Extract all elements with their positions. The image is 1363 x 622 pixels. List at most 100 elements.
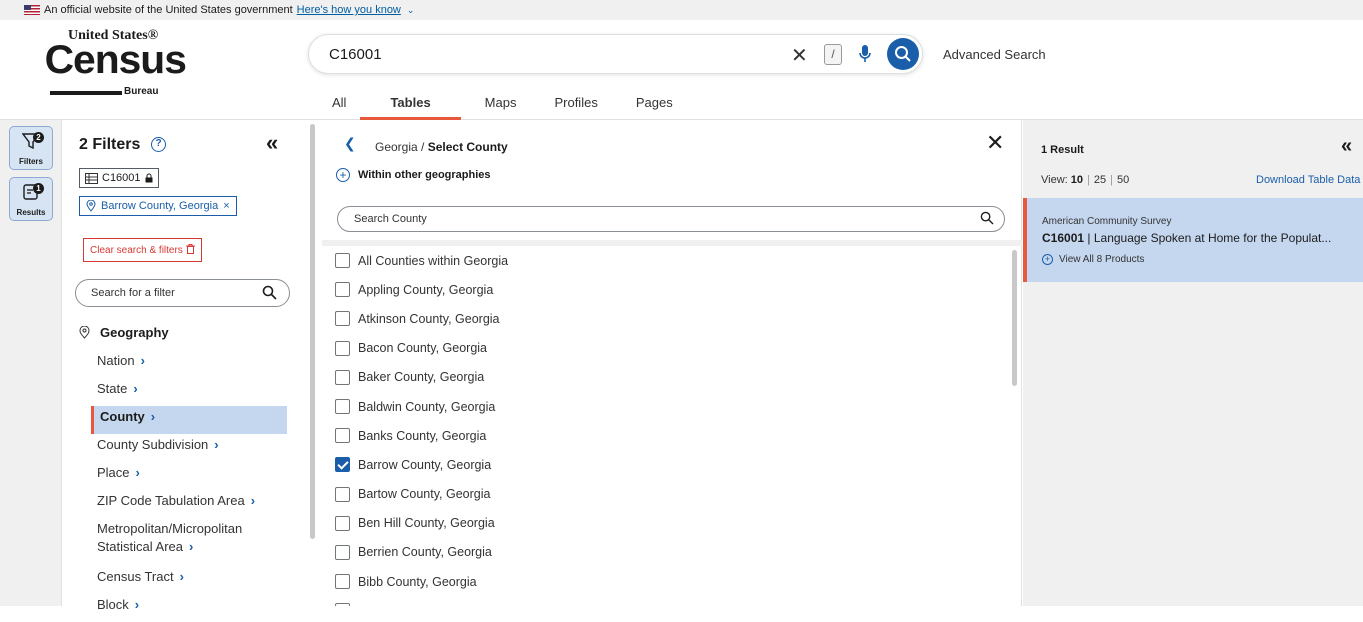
- checkbox-checked[interactable]: [335, 457, 350, 473]
- geography-filter-chip[interactable]: Barrow County, Georgia ×: [79, 196, 237, 216]
- remove-chip-icon[interactable]: ×: [223, 200, 229, 212]
- plus-circle-icon: +: [336, 168, 350, 182]
- microphone-icon[interactable]: [858, 44, 872, 69]
- filter-search-input[interactable]: Search for a filter: [75, 279, 290, 307]
- chevron-right-icon: ›: [133, 381, 138, 396]
- result-tabs: All Tables Maps Profiles Pages: [318, 94, 687, 120]
- filters-rail-button[interactable]: 2 Filters: [9, 126, 53, 170]
- breadcrumb-current: Select County: [427, 140, 508, 154]
- view-option-50[interactable]: 50: [1117, 174, 1129, 186]
- clear-button-label: Clear search & filters: [90, 245, 183, 256]
- help-icon[interactable]: ?: [151, 137, 166, 152]
- county-label: Appling County, Georgia: [358, 282, 494, 297]
- county-list-item[interactable]: Baker County, Georgia: [322, 363, 1012, 392]
- county-list-scrollbar[interactable]: [1012, 250, 1017, 386]
- geography-heading-label: Geography: [100, 325, 169, 340]
- view-option-25[interactable]: 25: [1094, 174, 1106, 186]
- geography-heading[interactable]: Geography: [79, 325, 169, 340]
- geo-item-zcta[interactable]: ZIP Code Tabulation Area ›: [93, 490, 287, 518]
- geography-list: Nation › State › County › County Subdivisio…: [91, 350, 287, 622]
- tab-pages[interactable]: Pages: [622, 94, 687, 120]
- close-icon[interactable]: ✕: [986, 130, 1004, 156]
- geo-item-county[interactable]: County ›: [91, 406, 287, 434]
- filters-rail-label: Filters: [18, 157, 43, 166]
- geo-item-block[interactable]: Block ›: [93, 594, 287, 622]
- within-other-geographies-button[interactable]: + Within other geographies: [336, 168, 491, 182]
- county-list-item[interactable]: Atkinson County, Georgia: [322, 304, 1012, 333]
- heres-how-you-know-link[interactable]: Here's how you know: [297, 4, 401, 16]
- geo-item-metro-micro[interactable]: Metropolitan/Micropolitan Statistical Ar…: [93, 518, 287, 566]
- search-input[interactable]: C16001 ✕ /: [308, 34, 923, 74]
- result-table-id: C16001: [1042, 231, 1085, 245]
- checkbox[interactable]: [335, 340, 350, 356]
- county-list-item[interactable]: [322, 596, 1012, 606]
- checkbox[interactable]: [335, 399, 350, 415]
- result-separator: |: [1084, 231, 1094, 245]
- search-icon[interactable]: [262, 285, 277, 303]
- search-icon[interactable]: [980, 211, 994, 228]
- checkbox[interactable]: [335, 574, 350, 590]
- view-all-products-link[interactable]: + View All 8 Products: [1042, 254, 1144, 265]
- results-count-badge: 1: [33, 183, 44, 194]
- collapse-filters-icon[interactable]: «: [266, 130, 278, 156]
- download-table-data-link[interactable]: Download Table Data: [1256, 174, 1360, 186]
- checkbox[interactable]: [335, 369, 350, 385]
- clear-search-icon[interactable]: ✕: [791, 43, 808, 68]
- result-title[interactable]: C16001 | Language Spoken at Home for the…: [1042, 231, 1331, 245]
- geo-item-county-subdivision[interactable]: County Subdivision ›: [93, 434, 287, 462]
- clear-search-filters-button[interactable]: Clear search & filters: [83, 238, 202, 262]
- result-card[interactable]: American Community Survey C16001 | Langu…: [1023, 198, 1363, 282]
- tab-maps[interactable]: Maps: [471, 94, 531, 120]
- county-breadcrumb: Georgia / Select County: [375, 140, 508, 154]
- slash-shortcut-icon: /: [824, 44, 842, 65]
- county-list-item[interactable]: Baldwin County, Georgia: [322, 392, 1012, 421]
- filter-search-placeholder: Search for a filter: [91, 287, 175, 299]
- county-list-item[interactable]: All Counties within Georgia: [322, 246, 1012, 275]
- chevron-down-icon[interactable]: ⌄: [407, 5, 415, 16]
- county-list-item[interactable]: Banks County, Georgia: [322, 421, 1012, 450]
- tab-all[interactable]: All: [318, 94, 360, 120]
- back-chevron-icon[interactable]: ❮: [344, 135, 356, 152]
- search-submit-button[interactable]: [887, 38, 919, 70]
- checkbox[interactable]: [335, 311, 350, 327]
- county-label: Bartow County, Georgia: [358, 487, 491, 502]
- checkbox[interactable]: [335, 486, 350, 502]
- gov-banner-text: An official website of the United States…: [44, 4, 293, 16]
- chevron-right-icon: ›: [140, 353, 145, 368]
- filters-panel: 2 Filters ? « C16001 Barrow County, Geor…: [63, 120, 320, 612]
- chevron-right-icon: ›: [214, 437, 219, 452]
- geo-item-nation[interactable]: Nation ›: [93, 350, 287, 378]
- collapse-results-icon[interactable]: «: [1341, 135, 1352, 158]
- county-list-item[interactable]: Appling County, Georgia: [322, 275, 1012, 304]
- view-all-label: View All 8 Products: [1059, 254, 1145, 265]
- table-chip-label: C16001: [102, 172, 141, 184]
- county-search-input[interactable]: Search County: [337, 206, 1005, 232]
- filters-count-badge: 2: [33, 132, 44, 143]
- view-option-10[interactable]: 10: [1071, 174, 1083, 186]
- result-title-text: Language Spoken at Home for the Populat.…: [1093, 231, 1332, 245]
- breadcrumb-state: Georgia /: [375, 140, 428, 154]
- geo-item-place[interactable]: Place ›: [93, 462, 287, 490]
- geo-item-state[interactable]: State ›: [93, 378, 287, 406]
- county-list-item[interactable]: Barrow County, Georgia: [322, 450, 1012, 479]
- county-list-item[interactable]: Berrien County, Georgia: [322, 538, 1012, 567]
- county-list-item[interactable]: Ben Hill County, Georgia: [322, 509, 1012, 538]
- tab-profiles[interactable]: Profiles: [540, 94, 611, 120]
- checkbox[interactable]: [335, 544, 350, 560]
- checkbox[interactable]: [335, 282, 350, 298]
- results-rail-button[interactable]: 1 Results: [9, 177, 53, 221]
- geo-item-census-tract[interactable]: Census Tract ›: [93, 566, 287, 594]
- checkbox[interactable]: [335, 428, 350, 444]
- checkbox[interactable]: [335, 515, 350, 531]
- trash-icon: [185, 244, 195, 254]
- search-input-value[interactable]: C16001: [329, 46, 382, 63]
- county-list-item[interactable]: Bacon County, Georgia: [322, 334, 1012, 363]
- filters-scrollbar[interactable]: [310, 124, 315, 539]
- tab-tables[interactable]: Tables: [360, 94, 461, 120]
- county-list-item[interactable]: Bartow County, Georgia: [322, 480, 1012, 509]
- results-rail-label: Results: [16, 208, 46, 217]
- census-logo[interactable]: United States® Census Bureau: [45, 26, 187, 106]
- advanced-search-link[interactable]: Advanced Search: [943, 47, 1046, 62]
- county-list-item[interactable]: Bibb County, Georgia: [322, 567, 1012, 596]
- checkbox[interactable]: [335, 253, 350, 269]
